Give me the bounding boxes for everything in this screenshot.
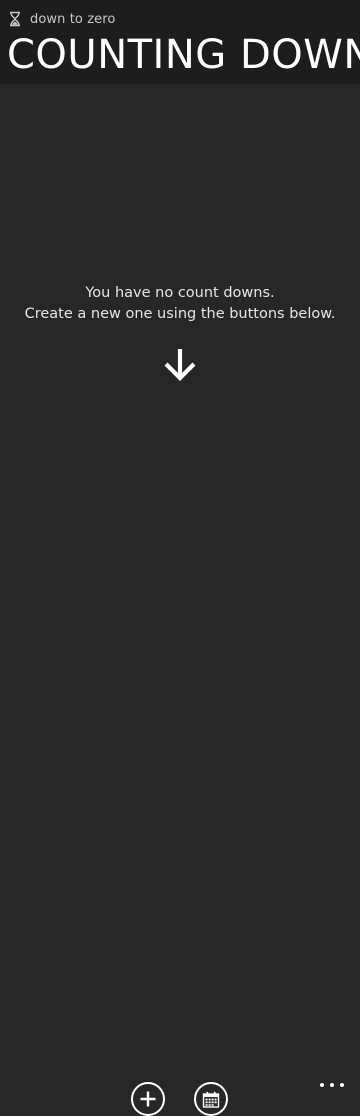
calendar-button[interactable] xyxy=(194,1082,228,1116)
more-dots-icon xyxy=(340,1083,344,1087)
header: down to zero COUNTING DOWN xyxy=(0,0,360,84)
empty-state-line-2: Create a new one using the buttons below… xyxy=(24,306,336,322)
hourglass-icon xyxy=(10,11,20,27)
empty-state-message: You have no count downs. Create a new on… xyxy=(0,283,360,325)
app-name-row: down to zero xyxy=(8,9,115,29)
down-arrow-icon xyxy=(164,349,196,381)
add-icon xyxy=(140,1091,156,1107)
app-bar xyxy=(0,528,360,1116)
more-dots-icon xyxy=(330,1083,334,1087)
calendar-icon xyxy=(202,1091,220,1108)
more-dots-icon xyxy=(320,1083,324,1087)
add-button[interactable] xyxy=(131,1082,165,1116)
page-title: COUNTING DOWN xyxy=(7,32,360,78)
empty-state-line-1: You have no count downs. xyxy=(85,285,275,301)
app-name: down to zero xyxy=(30,11,116,27)
more-options-button[interactable] xyxy=(320,1080,344,1090)
